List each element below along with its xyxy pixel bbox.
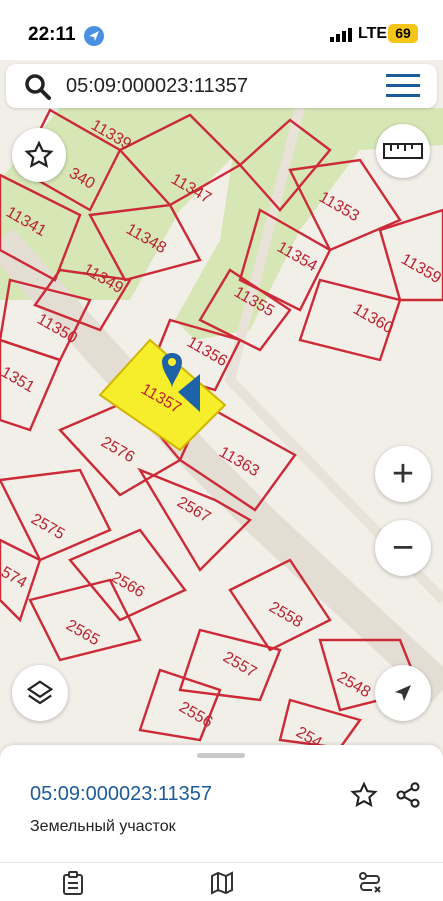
favorite-button[interactable] [12, 128, 66, 182]
clipboard-icon[interactable] [62, 871, 84, 900]
layers-button[interactable] [12, 665, 68, 721]
status-bar: 22:11 LTE 69 [0, 0, 443, 60]
navigation-arrow-icon [395, 685, 411, 701]
parcel-info-sheet[interactable]: 05:09:000023:11357 Земельный участок [0, 745, 443, 863]
map-icon[interactable] [210, 871, 234, 900]
search-bar[interactable]: 05:09:000023:11357 [6, 64, 437, 108]
layers-icon [26, 680, 54, 705]
status-time: 22:11 [28, 24, 76, 45]
parcel-code: 05:09:000023:11357 [30, 783, 213, 805]
search-query[interactable]: 05:09:000023:11357 [66, 75, 248, 98]
map-canvas[interactable]: 11339 340 11347 11341 11348 11353 11349 … [0, 108, 443, 748]
sheet-handle[interactable] [197, 753, 245, 758]
tab-bar [0, 862, 443, 901]
locate-button[interactable] [375, 665, 431, 721]
star-icon[interactable] [350, 781, 378, 814]
menu-icon[interactable] [386, 73, 420, 104]
search-icon[interactable] [24, 73, 52, 106]
cellular-signal-icon [330, 28, 352, 47]
location-services-icon [84, 26, 104, 46]
battery-level: 69 [388, 24, 418, 43]
cadastral-map[interactable]: 11339 340 11347 11341 11348 11353 11349 … [0, 108, 443, 748]
parcel-type: Земельный участок [30, 818, 176, 835]
ruler-icon [383, 143, 423, 159]
route-icon[interactable] [358, 871, 382, 900]
share-icon[interactable] [394, 781, 422, 814]
zoom-out-button[interactable]: − [375, 520, 431, 576]
star-icon [24, 140, 54, 168]
network-type: LTE [358, 25, 388, 42]
ruler-button[interactable] [376, 124, 430, 178]
zoom-in-button[interactable]: + [375, 446, 431, 502]
